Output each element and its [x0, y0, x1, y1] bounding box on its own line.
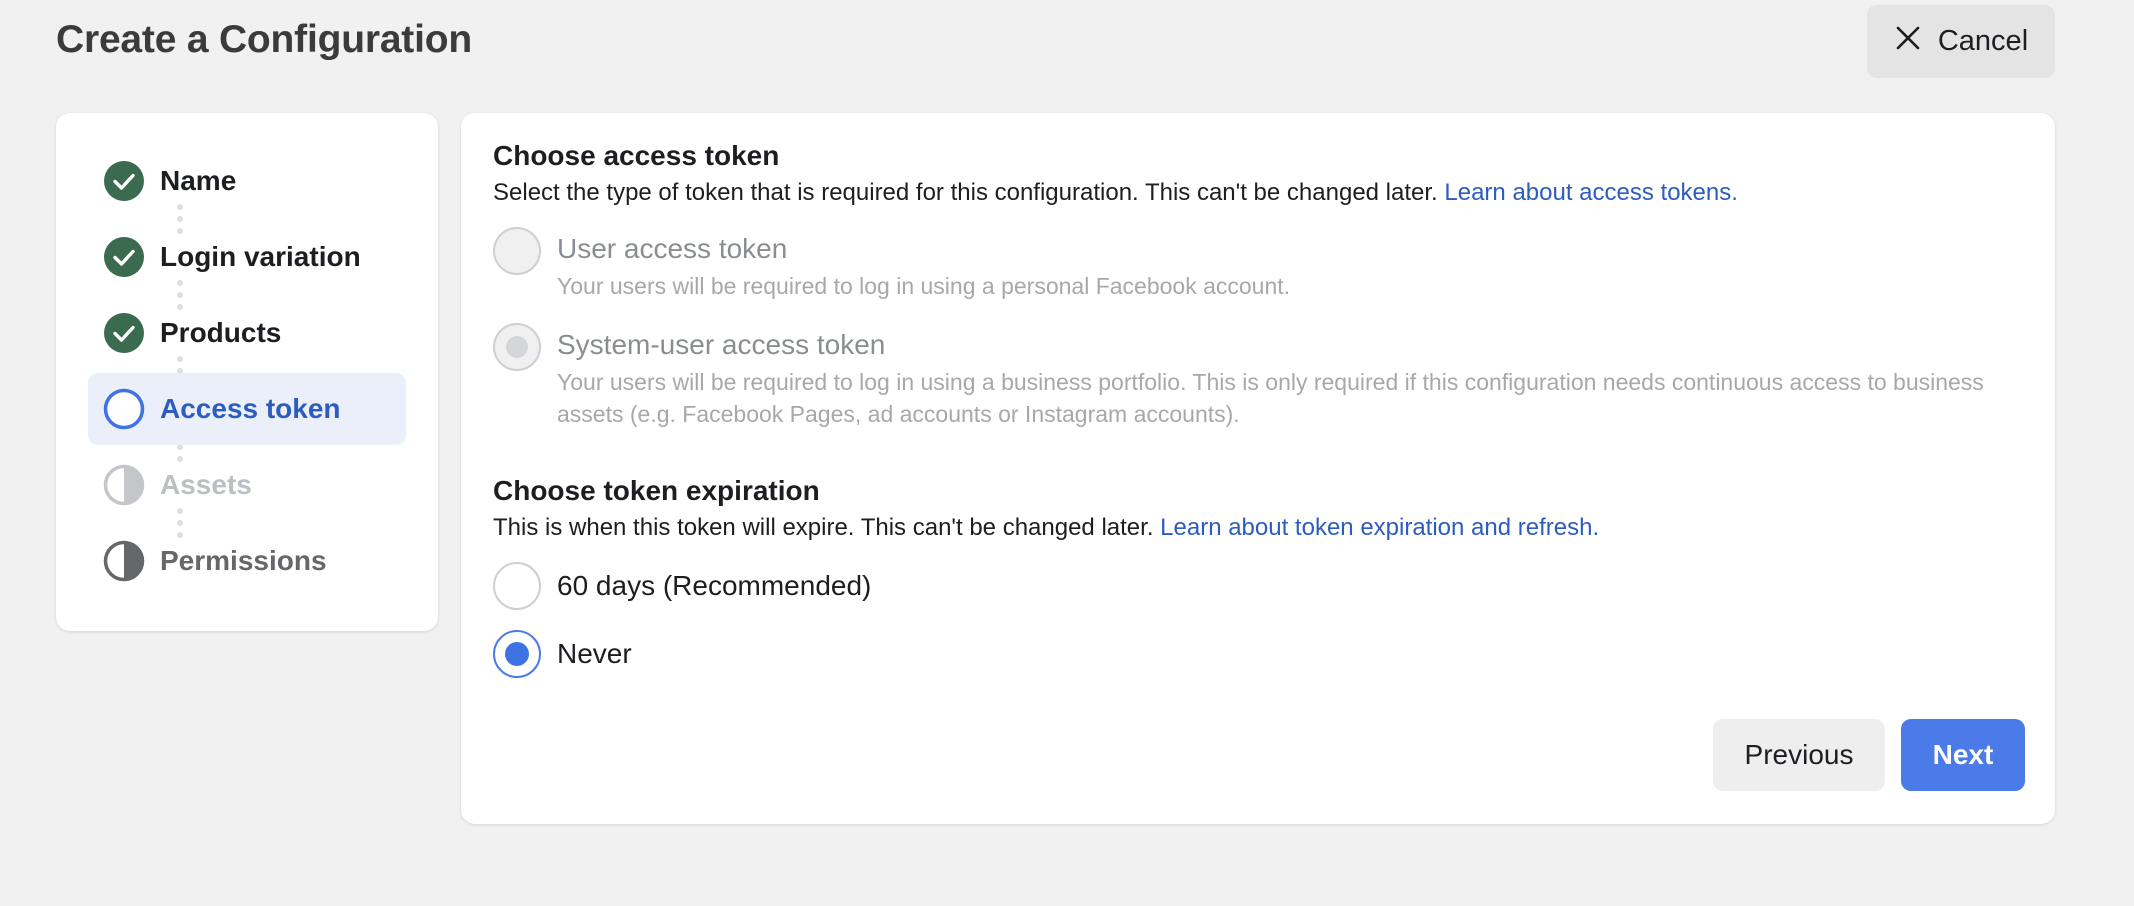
check-circle-icon — [103, 312, 145, 354]
step-label: Products — [160, 317, 282, 348]
expiration-never-radio[interactable] — [493, 630, 541, 678]
system-user-access-token-label: System-user access token — [557, 329, 886, 360]
step-login-variation[interactable]: Login variation — [88, 221, 406, 293]
step-assets: Assets — [88, 449, 406, 521]
cancel-label: Cancel — [1937, 25, 2029, 57]
access-token-title: Choose access token — [493, 140, 780, 171]
expiration-60-days-radio[interactable] — [493, 562, 541, 610]
token-expiration-description: This is when this token will expire. Thi… — [493, 514, 1599, 542]
user-access-token-description: Your users will be required to log in us… — [557, 273, 1291, 299]
step-access-token[interactable]: Access token — [88, 373, 406, 445]
step-label: Name — [160, 165, 237, 196]
page-title: Create a Configuration — [56, 18, 472, 61]
access-token-description: Select the type of token that is require… — [493, 179, 1738, 207]
check-circle-icon — [103, 236, 145, 278]
expiration-never-label[interactable]: Never — [557, 638, 632, 670]
expiration-60-days-label[interactable]: 60 days (Recommended) — [557, 570, 871, 602]
step-label: Assets — [160, 469, 252, 500]
system-user-access-token-description: Your users will be required to log in us… — [557, 369, 1984, 427]
step-products[interactable]: Products — [88, 297, 406, 369]
token-expiration-title: Choose token expiration — [493, 475, 820, 506]
learn-token-expiration-link[interactable]: Learn about token expiration and refresh… — [1160, 514, 1599, 541]
stepper-sidebar: Name Login variation Products Access tok… — [56, 113, 438, 631]
next-button[interactable]: Next — [1901, 719, 2025, 791]
half-circle-icon — [103, 540, 145, 582]
step-permissions[interactable]: Permissions — [88, 525, 406, 597]
previous-button[interactable]: Previous — [1713, 719, 1885, 791]
user-access-token-label: User access token — [557, 233, 788, 264]
step-label: Permissions — [160, 545, 327, 576]
configuration-card: Choose access token Select the type of t… — [461, 113, 2055, 824]
user-access-token-radio — [493, 227, 541, 275]
step-label: Access token — [160, 393, 341, 424]
cancel-button[interactable]: Cancel — [1867, 5, 2055, 78]
half-circle-icon — [103, 464, 145, 506]
close-icon — [1894, 24, 1922, 60]
check-circle-icon — [103, 160, 145, 202]
current-step-circle-icon — [103, 388, 145, 430]
description-text: This is when this token will expire. Thi… — [493, 514, 1154, 541]
system-user-access-token-radio — [493, 323, 541, 371]
step-name[interactable]: Name — [88, 145, 406, 217]
description-text: Select the type of token that is require… — [493, 179, 1438, 206]
step-label: Login variation — [160, 241, 361, 272]
learn-access-tokens-link[interactable]: Learn about access tokens. — [1444, 179, 1738, 206]
